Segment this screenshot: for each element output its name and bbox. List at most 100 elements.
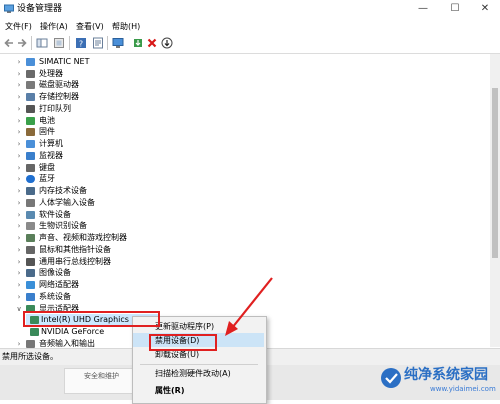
chevron-right-icon[interactable]: › xyxy=(15,197,23,209)
context-update-driver[interactable]: 更新驱动程序(P) xyxy=(155,321,214,333)
chevron-right-icon[interactable]: › xyxy=(15,115,23,127)
context-scan-hardware[interactable]: 扫描检测硬件改动(A) xyxy=(155,368,231,380)
annotation-box-disable xyxy=(149,334,217,351)
menu-file[interactable]: 文件(F) xyxy=(5,21,32,32)
show-hidden-icon[interactable] xyxy=(53,37,65,49)
menu-help[interactable]: 帮助(H) xyxy=(112,21,140,32)
chevron-right-icon[interactable]: › xyxy=(15,91,23,103)
uninstall-x-icon[interactable] xyxy=(146,37,158,49)
properties-pane-icon[interactable] xyxy=(36,37,48,49)
tree-category-row[interactable]: › 声音、视频和游戏控制器 xyxy=(0,232,490,244)
chevron-right-icon[interactable]: › xyxy=(15,79,23,91)
chevron-right-icon[interactable]: › xyxy=(15,256,23,268)
chevron-right-icon[interactable]: › xyxy=(15,103,23,115)
chevron-right-icon[interactable]: › xyxy=(15,126,23,138)
keyboard-icon xyxy=(26,163,35,172)
tree-item-label: 内存技术设备 xyxy=(39,186,87,196)
chevron-down-icon[interactable]: ∨ xyxy=(15,303,23,315)
camera-icon xyxy=(26,269,35,278)
audio-io-icon xyxy=(26,339,35,348)
tree-category-row[interactable]: › 电池 xyxy=(0,115,490,127)
svg-text:?: ? xyxy=(79,40,83,49)
tree-item-label: 声音、视频和游戏控制器 xyxy=(39,233,127,243)
chevron-right-icon[interactable]: › xyxy=(15,291,23,303)
chevron-right-icon[interactable]: › xyxy=(15,138,23,150)
mouse-icon xyxy=(26,245,35,254)
close-button[interactable]: ✕ xyxy=(470,0,500,18)
chevron-right-icon[interactable]: › xyxy=(15,209,23,221)
processor-icon xyxy=(26,69,35,78)
memory-icon xyxy=(26,187,35,196)
context-menu-separator xyxy=(140,364,258,365)
tree-item-label: 通用串行总线控制器 xyxy=(39,256,111,266)
tree-item-label: 键盘 xyxy=(39,162,55,172)
tree-category-row[interactable]: › 通用串行总线控制器 xyxy=(0,256,490,268)
tree-item-label: 固件 xyxy=(39,127,55,137)
printer-icon xyxy=(26,104,35,113)
system-device-icon xyxy=(26,292,35,301)
tree-category-row[interactable]: › 内存技术设备 xyxy=(0,185,490,197)
tree-category-row[interactable]: › 计算机 xyxy=(0,138,490,150)
chevron-right-icon[interactable]: › xyxy=(15,232,23,244)
tree-category-row[interactable]: › 蓝牙 xyxy=(0,173,490,185)
gpu-icon xyxy=(30,328,39,337)
watermark-url: www.yidaimei.com xyxy=(430,385,496,393)
tree-category-row[interactable]: › 鼠标和其他指针设备 xyxy=(0,244,490,256)
download-driver-icon[interactable] xyxy=(161,37,173,49)
hid-icon xyxy=(26,198,35,207)
properties-icon[interactable] xyxy=(92,37,104,49)
chevron-right-icon[interactable]: › xyxy=(15,162,23,174)
toolbar-separator xyxy=(107,36,108,50)
help-icon[interactable]: ? xyxy=(75,37,87,49)
chevron-right-icon[interactable]: › xyxy=(15,244,23,256)
tree-category-row[interactable]: › 固件 xyxy=(0,126,490,138)
tree-item-label: 网络适配器 xyxy=(39,280,79,290)
watermark-logo xyxy=(381,368,401,388)
menu-action[interactable]: 操作(A) xyxy=(40,21,68,32)
tree-item-label: 软件设备 xyxy=(39,209,71,219)
status-text: 禁用所选设备。 xyxy=(2,352,58,361)
usb-icon xyxy=(26,257,35,266)
monitor-icon[interactable] xyxy=(112,37,124,49)
minimize-button[interactable]: — xyxy=(408,0,438,18)
chevron-right-icon[interactable]: › xyxy=(15,267,23,279)
device-manager-icon xyxy=(4,4,14,13)
network-icon xyxy=(26,58,35,66)
tree-item-label: 人体学输入设备 xyxy=(39,197,95,207)
tree-item-label: 电池 xyxy=(39,115,55,125)
tree-category-row[interactable]: › 处理器 xyxy=(0,68,490,80)
tree-item-label: 监视器 xyxy=(39,150,63,160)
tree-category-row[interactable]: › 键盘 xyxy=(0,162,490,174)
tree-item-label: 图像设备 xyxy=(39,268,71,278)
tree-category-row[interactable]: › 软件设备 xyxy=(0,209,490,221)
chevron-right-icon[interactable]: › xyxy=(15,68,23,80)
network-adapter-icon xyxy=(26,281,35,290)
chevron-right-icon[interactable]: › xyxy=(15,279,23,291)
chevron-right-icon[interactable]: › xyxy=(15,220,23,232)
forward-arrow-icon[interactable] xyxy=(16,37,28,49)
scrollbar-thumb[interactable] xyxy=(492,88,498,258)
chevron-right-icon[interactable]: › xyxy=(15,150,23,162)
disk-drive-icon xyxy=(26,81,35,90)
tree-category-row[interactable]: › 生物识别设备 xyxy=(0,220,490,232)
menu-view[interactable]: 查看(V) xyxy=(76,21,104,32)
software-device-icon xyxy=(26,210,35,219)
tree-category-row[interactable]: › 监视器 xyxy=(0,150,490,162)
annotation-box-device xyxy=(23,311,160,327)
update-driver-icon[interactable] xyxy=(132,37,144,49)
context-properties[interactable]: 属性(R) xyxy=(155,385,184,397)
chevron-right-icon[interactable]: › xyxy=(15,56,23,68)
tree-category-row[interactable]: › SIMATIC NET xyxy=(0,56,490,68)
back-arrow-icon[interactable] xyxy=(3,37,15,49)
biometric-icon xyxy=(26,222,35,231)
tree-category-row[interactable]: › 打印队列 xyxy=(0,103,490,115)
maximize-button[interactable]: ☐ xyxy=(440,0,470,18)
tree-category-row[interactable]: › 磁盘驱动器 xyxy=(0,79,490,91)
tree-category-row[interactable]: › 存储控制器 xyxy=(0,91,490,103)
tree-item-label: 存储控制器 xyxy=(39,92,79,102)
chevron-right-icon[interactable]: › xyxy=(15,173,23,185)
tree-item-label: 系统设备 xyxy=(39,291,71,301)
chevron-right-icon[interactable]: › xyxy=(15,185,23,197)
firmware-icon xyxy=(26,128,35,137)
tree-category-row[interactable]: › 人体学输入设备 xyxy=(0,197,490,209)
